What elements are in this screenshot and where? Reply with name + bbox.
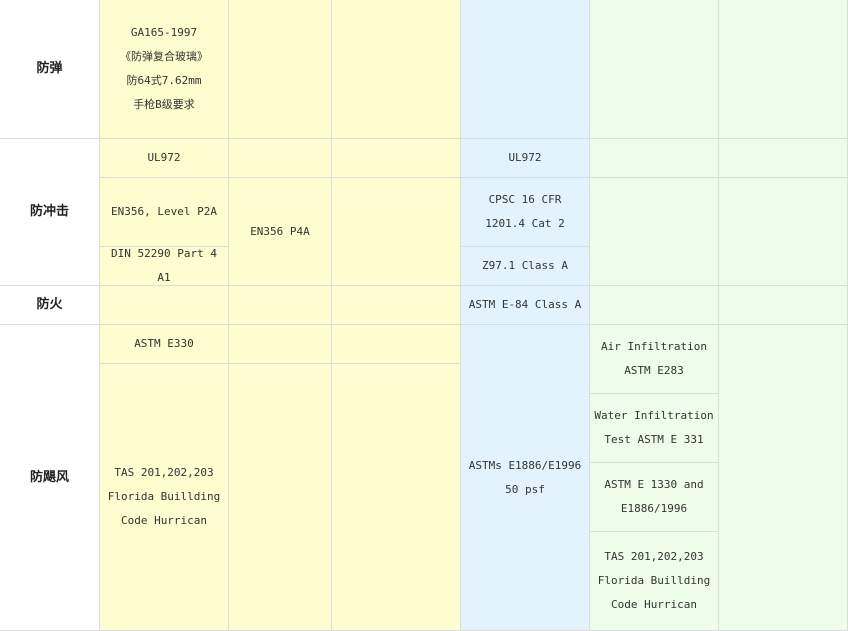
impact-empty-cell [719, 139, 848, 178]
hurricane-astms-cell: ASTMs E1886/E1996 50 psf [461, 325, 590, 631]
bulletproof-standard-cell: GA165-1997 《防弹复合玻璃》 防64式7.62mm 手枪B级要求 [100, 0, 229, 139]
impact-empty-cell [229, 139, 332, 178]
hurricane-water-infiltration-cell: Water Infiltration Test ASTM E 331 [590, 394, 719, 463]
hurricane-empty-cell [332, 325, 461, 364]
row-header-fire: 防火 [0, 286, 100, 325]
bulletproof-empty-cell [461, 0, 590, 139]
hurricane-astm-e330-cell: ASTM E330 [100, 325, 229, 364]
hurricane-empty-cell [229, 364, 332, 631]
impact-empty-cell [590, 139, 719, 178]
impact-din-cell: DIN 52290 Part 4 A1 [100, 247, 229, 286]
impact-cpsc-cell: CPSC 16 CFR 1201.4 Cat 2 [461, 178, 590, 247]
hurricane-empty-cell [332, 364, 461, 631]
hurricane-empty-cell [719, 325, 848, 631]
hurricane-tas-yellow-cell: TAS 201,202,203 Florida Buillding Code H… [100, 364, 229, 631]
hurricane-air-infiltration-cell: Air Infiltration ASTM E283 [590, 325, 719, 394]
fire-empty-cell [229, 286, 332, 325]
row-header-bulletproof: 防弹 [0, 0, 100, 139]
row-header-hurricane: 防飓风 [0, 325, 100, 631]
impact-empty-cell [332, 178, 461, 286]
impact-empty-cell [719, 178, 848, 286]
impact-en356-p2a-cell: EN356, Level P2A [100, 178, 229, 247]
fire-empty-cell [590, 286, 719, 325]
impact-empty-cell [332, 139, 461, 178]
hurricane-tas-green-cell: TAS 201,202,203 Florida Buillding Code H… [590, 532, 719, 631]
bulletproof-empty-cell [590, 0, 719, 139]
hurricane-astm-1330-cell: ASTM E 1330 and E1886/1996 [590, 463, 719, 532]
fire-empty-cell [719, 286, 848, 325]
bulletproof-empty-cell [719, 0, 848, 139]
fire-empty-cell [100, 286, 229, 325]
standards-table: 防弹 防冲击 防火 防飓风 GA165-1997 《防弹复合玻璃》 防64式7.… [0, 0, 848, 631]
fire-empty-cell [332, 286, 461, 325]
fire-astm-e84-cell: ASTM E-84 Class A [461, 286, 590, 325]
bulletproof-empty-cell [229, 0, 332, 139]
impact-z97-cell: Z97.1 Class A [461, 247, 590, 286]
hurricane-empty-cell [229, 325, 332, 364]
bulletproof-empty-cell [332, 0, 461, 139]
row-header-impact: 防冲击 [0, 139, 100, 286]
impact-ul972-blue-cell: UL972 [461, 139, 590, 178]
impact-en356-p4a-cell: EN356 P4A [229, 178, 332, 286]
impact-ul972-cell: UL972 [100, 139, 229, 178]
impact-empty-cell [590, 178, 719, 286]
